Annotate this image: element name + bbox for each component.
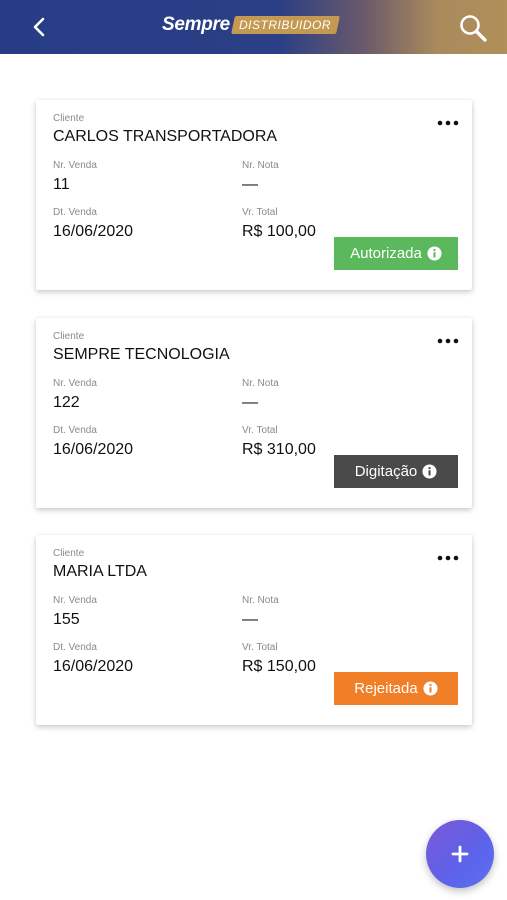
sale-number-value: 122 [53, 394, 80, 411]
sale-number-value: 11 [53, 176, 70, 193]
invoice-number-value: — [242, 394, 258, 411]
client-name: CARLOS TRANSPORTADORA [53, 128, 278, 145]
invoice-number-label: Nr. Nota [242, 160, 279, 171]
status-text: Autorizada [350, 245, 422, 262]
total-label: Vr. Total [242, 207, 278, 218]
add-order-button[interactable] [426, 820, 494, 888]
sale-date-value: 16/06/2020 [53, 441, 134, 458]
logo-tag-text: DISTRIBUIDOR [238, 18, 331, 32]
sale-date-label: Dt. Venda [53, 425, 97, 436]
client-label: Cliente [53, 548, 85, 559]
info-icon [422, 464, 437, 479]
app-logo: Sempre DISTRIBUIDOR [162, 12, 340, 38]
logo-tag: DISTRIBUIDOR [230, 16, 340, 34]
sale-date-value: 16/06/2020 [53, 223, 134, 240]
invoice-number-value: — [242, 611, 258, 628]
info-icon [423, 681, 438, 696]
invoice-number-label: Nr. Nota [242, 378, 279, 389]
status-text: Rejeitada [354, 680, 418, 697]
total-value: R$ 310,00 [242, 441, 316, 458]
total-label: Vr. Total [242, 425, 278, 436]
sale-date-label: Dt. Venda [53, 207, 97, 218]
plus-icon [451, 845, 469, 863]
more-options-button[interactable] [436, 551, 460, 565]
order-card[interactable]: Cliente CARLOS TRANSPORTADORA Nr. Venda … [36, 100, 472, 290]
order-card[interactable]: Cliente SEMPRE TECNOLOGIA Nr. Venda 122 … [36, 318, 472, 508]
total-value: R$ 150,00 [242, 658, 316, 675]
client-name: MARIA LTDA [53, 563, 147, 580]
more-options-button[interactable] [436, 116, 460, 130]
status-badge[interactable]: Autorizada [334, 237, 458, 270]
invoice-number-value: — [242, 176, 258, 193]
info-icon [427, 246, 442, 261]
total-label: Vr. Total [242, 642, 278, 653]
sale-date-value: 16/06/2020 [53, 658, 134, 675]
client-label: Cliente [53, 113, 85, 124]
more-horizontal-icon [437, 555, 459, 561]
back-button[interactable] [24, 12, 54, 42]
search-button[interactable] [457, 12, 489, 44]
sale-number-label: Nr. Venda [53, 378, 97, 389]
status-badge[interactable]: Digitação [334, 455, 458, 488]
more-horizontal-icon [437, 338, 459, 344]
client-name: SEMPRE TECNOLOGIA [53, 346, 230, 363]
more-options-button[interactable] [436, 334, 460, 348]
search-icon [460, 15, 487, 42]
sale-number-label: Nr. Venda [53, 595, 97, 606]
sale-date-label: Dt. Venda [53, 642, 97, 653]
more-horizontal-icon [437, 120, 459, 126]
order-card[interactable]: Cliente MARIA LTDA Nr. Venda 155 Nr. Not… [36, 535, 472, 725]
invoice-number-label: Nr. Nota [242, 595, 279, 606]
logo-main-text: Sempre [162, 14, 230, 35]
chevron-left-icon [33, 17, 45, 37]
app-header: Sempre DISTRIBUIDOR [0, 0, 507, 54]
status-text: Digitação [354, 463, 418, 480]
client-label: Cliente [53, 331, 85, 342]
sale-number-value: 155 [53, 611, 80, 628]
total-value: R$ 100,00 [242, 223, 316, 240]
sale-number-label: Nr. Venda [53, 160, 97, 171]
status-badge[interactable]: Rejeitada [334, 672, 458, 705]
